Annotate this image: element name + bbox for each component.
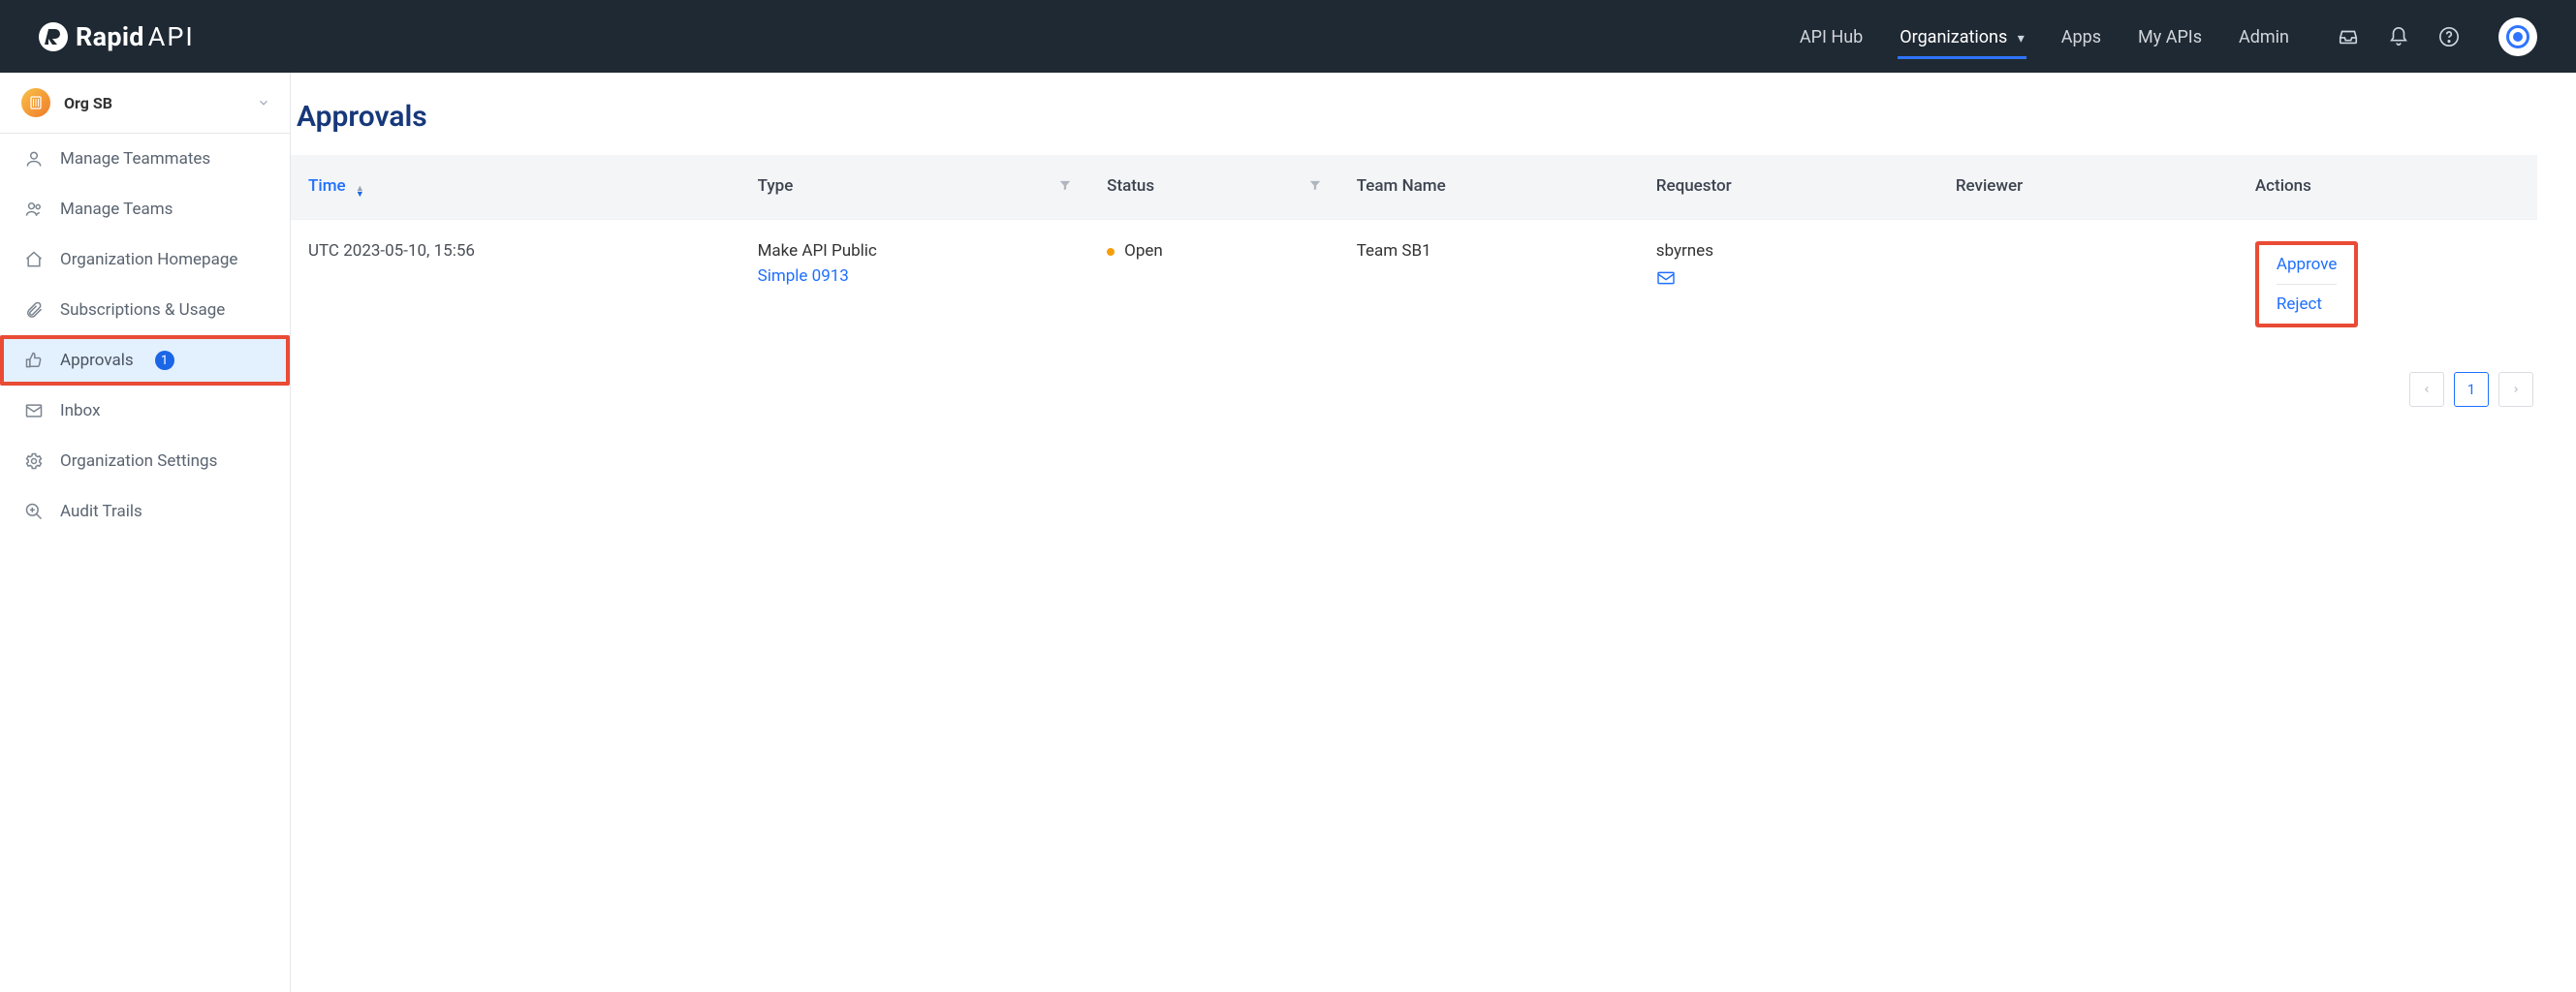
- cell-actions: Approve Reject: [2238, 220, 2537, 350]
- cell-status: Open: [1089, 220, 1339, 350]
- bell-icon[interactable]: [2388, 26, 2409, 47]
- page-next-button[interactable]: [2498, 372, 2533, 407]
- sidebar-item-label: Audit Trails: [60, 502, 142, 521]
- sidebar-item-label: Manage Teams: [60, 200, 173, 219]
- sidebar-item-approvals[interactable]: Approvals 1: [0, 335, 290, 386]
- col-header-team-name[interactable]: Team Name: [1339, 155, 1639, 220]
- top-header: RapidAPI API Hub Organizations ▾ Apps My…: [0, 0, 2576, 73]
- sidebar-item-label: Organization Settings: [60, 451, 217, 471]
- nav-my-apis[interactable]: My APIs: [2138, 4, 2202, 69]
- sidebar-item-inbox[interactable]: Inbox: [0, 386, 290, 436]
- sidebar-item-manage-teams[interactable]: Manage Teams: [0, 184, 290, 234]
- avatar-icon: [2506, 25, 2529, 48]
- cell-requestor: sbyrnes: [1639, 220, 1938, 350]
- col-header-type[interactable]: Type: [740, 155, 1090, 220]
- col-header-requestor[interactable]: Requestor: [1639, 155, 1938, 220]
- cell-type: Make API Public Simple 0913: [740, 220, 1090, 350]
- rapid-logo-icon: [39, 22, 68, 51]
- approvals-count-badge: 1: [155, 351, 174, 370]
- col-header-label: Team Name: [1357, 176, 1446, 196]
- col-header-label: Actions: [2255, 176, 2311, 196]
- action-separator: [2277, 284, 2338, 285]
- sidebar-item-label: Subscriptions & Usage: [60, 300, 225, 320]
- pagination: 1: [291, 372, 2537, 407]
- approvals-table: Time ▲▼ Type Status: [291, 155, 2537, 349]
- sidebar-item-label: Organization Homepage: [60, 250, 237, 269]
- filter-icon[interactable]: [1058, 178, 1072, 192]
- sort-indicator-icon: ▲▼: [356, 186, 364, 198]
- cell-time: UTC 2023-05-10, 15:56: [291, 220, 740, 350]
- sidebar-item-label: Manage Teammates: [60, 149, 210, 169]
- col-header-status[interactable]: Status: [1089, 155, 1339, 220]
- sidebar-item-audit-trails[interactable]: Audit Trails: [0, 486, 290, 537]
- sidebar-item-label: Inbox: [60, 401, 101, 420]
- nav-api-hub[interactable]: API Hub: [1800, 4, 1863, 69]
- brand-logo[interactable]: RapidAPI: [39, 21, 195, 52]
- nav-organizations[interactable]: Organizations ▾: [1900, 4, 2025, 69]
- page-prev-button[interactable]: [2409, 372, 2444, 407]
- brand-text: RapidAPI: [76, 21, 195, 52]
- sidebar-item-org-homepage[interactable]: Organization Homepage: [0, 234, 290, 285]
- mail-icon[interactable]: [1656, 270, 1676, 286]
- reject-link[interactable]: Reject: [2277, 294, 2338, 314]
- nav-admin[interactable]: Admin: [2239, 4, 2289, 69]
- people-icon: [23, 200, 45, 219]
- cell-reviewer: [1938, 220, 2238, 350]
- nav-apps[interactable]: Apps: [2061, 4, 2101, 69]
- sidebar-item-label: Approvals: [60, 351, 134, 370]
- chevron-down-icon: [257, 96, 270, 109]
- sidebar-item-subscriptions-usage[interactable]: Subscriptions & Usage: [0, 285, 290, 335]
- page-title: Approvals: [297, 100, 2537, 134]
- col-header-label: Time: [308, 176, 346, 196]
- col-header-label: Requestor: [1656, 176, 1732, 196]
- org-switcher[interactable]: Org SB: [0, 73, 290, 134]
- chevron-down-icon: ▾: [2018, 31, 2025, 46]
- org-icon: [21, 88, 50, 117]
- top-nav: API Hub Organizations ▾ Apps My APIs Adm…: [1800, 4, 2289, 69]
- paperclip-icon: [23, 300, 45, 320]
- main-content: Approvals Time ▲▼ Type: [291, 73, 2576, 992]
- status-dot-icon: [1107, 248, 1115, 256]
- sidebar-item-manage-teammates[interactable]: Manage Teammates: [0, 134, 290, 184]
- gear-icon: [23, 451, 45, 471]
- magnifier-plus-icon: [23, 502, 45, 521]
- table-row: UTC 2023-05-10, 15:56 Make API Public Si…: [291, 220, 2537, 350]
- page-number-button[interactable]: 1: [2454, 372, 2489, 407]
- cell-team-name: Team SB1: [1339, 220, 1639, 350]
- nav-organizations-label: Organizations: [1900, 27, 2007, 47]
- col-header-label: Reviewer: [1956, 176, 2023, 196]
- actions-highlight-box: Approve Reject: [2255, 241, 2359, 327]
- org-name: Org SB: [64, 94, 243, 112]
- sidebar-item-org-settings[interactable]: Organization Settings: [0, 436, 290, 486]
- col-header-reviewer[interactable]: Reviewer: [1938, 155, 2238, 220]
- col-header-label: Type: [758, 176, 794, 196]
- type-main-text: Make API Public: [758, 241, 1073, 261]
- requestor-name: sbyrnes: [1656, 241, 1921, 261]
- status-text: Open: [1124, 241, 1163, 261]
- sidebar: Org SB Manage Teammates Manage Teams Org…: [0, 73, 291, 992]
- col-header-actions: Actions: [2238, 155, 2537, 220]
- inbox-tray-icon[interactable]: [2338, 26, 2359, 47]
- help-icon[interactable]: [2438, 26, 2460, 47]
- home-icon: [23, 250, 45, 269]
- person-icon: [23, 149, 45, 169]
- user-avatar[interactable]: [2498, 17, 2537, 56]
- envelope-icon: [23, 401, 45, 420]
- col-header-time[interactable]: Time ▲▼: [291, 155, 740, 220]
- col-header-label: Status: [1107, 176, 1154, 196]
- thumbs-up-icon: [23, 351, 45, 370]
- type-link[interactable]: Simple 0913: [758, 266, 849, 286]
- filter-icon[interactable]: [1308, 178, 1322, 192]
- approve-link[interactable]: Approve: [2277, 255, 2338, 274]
